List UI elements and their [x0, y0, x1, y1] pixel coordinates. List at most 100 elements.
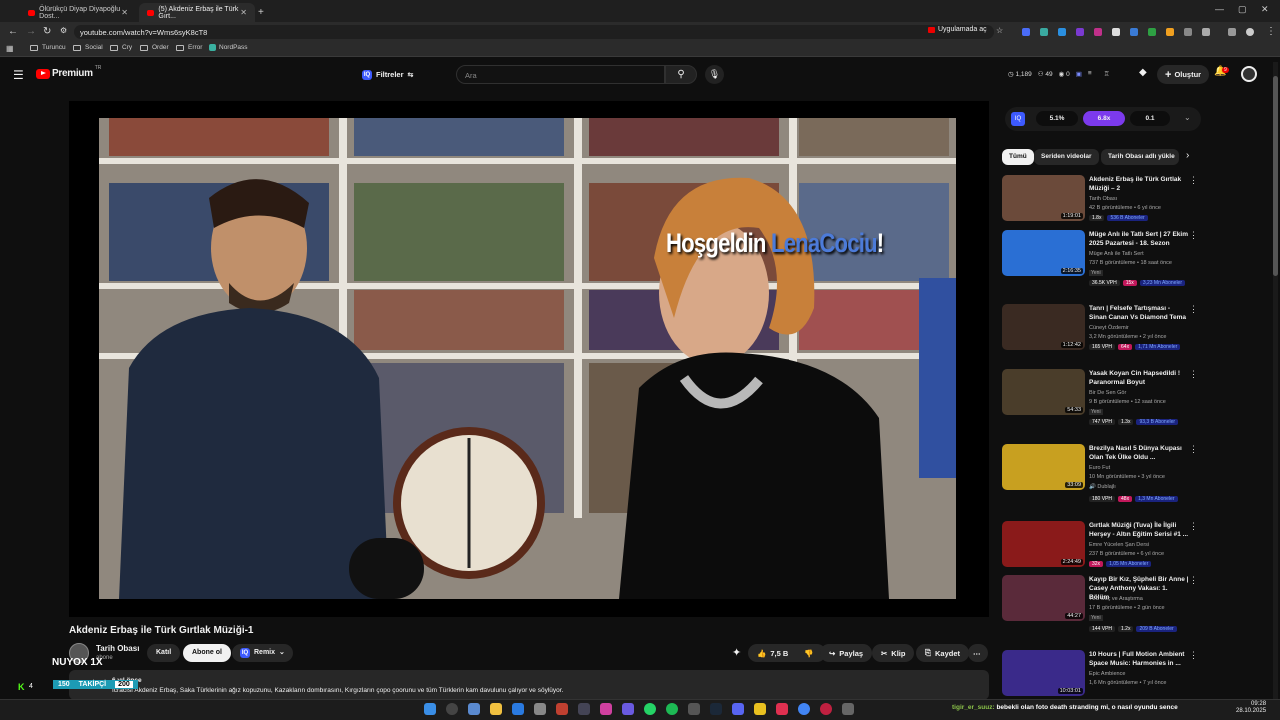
extension-icon[interactable]: ▣ — [1076, 70, 1082, 78]
taskbar-app-icon[interactable] — [556, 703, 568, 715]
bookmark-folder[interactable]: Turuncu — [30, 44, 66, 51]
enhancer-value-2[interactable]: 6.8x — [1083, 111, 1125, 126]
bookmark-link[interactable]: NordPass — [209, 44, 248, 51]
taskbar-app-icon[interactable] — [512, 703, 524, 715]
bookmark-folder[interactable]: Social — [73, 44, 103, 51]
sparkle-icon[interactable]: ✦ — [732, 646, 741, 659]
like-count[interactable]: 7,5 B — [770, 649, 788, 658]
extension-icon[interactable] — [1076, 28, 1084, 36]
new-tab-button[interactable]: + — [258, 3, 272, 22]
close-tab-icon[interactable]: ✕ — [240, 8, 247, 17]
extension-icon[interactable] — [1058, 28, 1066, 36]
description-box[interactable] — [69, 670, 989, 700]
minimize-icon[interactable]: — — [1215, 4, 1224, 14]
taskbar-app-icon[interactable] — [468, 703, 480, 715]
save-button[interactable]: ⎘ Kaydet — [916, 644, 970, 662]
open-in-app-button[interactable]: Uygulamada aç — [928, 26, 987, 33]
people-stat[interactable]: ⚇ 49 — [1038, 70, 1053, 78]
system-clock[interactable]: 09:28 28.10.2025 — [1236, 701, 1266, 715]
file-explorer-icon[interactable] — [490, 703, 502, 715]
browser-menu-icon[interactable]: ⋮ — [1266, 26, 1276, 37]
close-window-icon[interactable]: ✕ — [1261, 4, 1269, 15]
more-options-icon[interactable]: ⋮ — [1189, 230, 1198, 241]
extension-icon[interactable] — [1166, 28, 1174, 36]
youtube-premium-logo[interactable]: Premium TR — [36, 65, 101, 79]
forward-icon[interactable]: → — [26, 26, 36, 37]
enhancer-value-3[interactable]: 0.1 — [1130, 111, 1170, 126]
recommendation-item[interactable]: 1:19:01 Akdeniz Erbaş ile Türk Gırtlak M… — [1002, 175, 1198, 225]
create-button[interactable]: + Oluştur — [1157, 65, 1210, 84]
whatsapp-icon[interactable] — [644, 703, 656, 715]
more-actions-button[interactable]: ⋯ — [968, 644, 988, 662]
chip-series[interactable]: Seriden videolar — [1034, 149, 1099, 165]
video-thumbnail[interactable]: 1:19:01 — [1002, 175, 1085, 221]
list-icon[interactable]: ≡ — [1088, 70, 1092, 78]
video-title[interactable]: 10 Hours | Full Motion Ambient Space Mus… — [1089, 650, 1189, 668]
enhancer-logo-icon[interactable]: IQ — [1011, 112, 1025, 126]
video-channel[interactable]: Cüneyt Özdemir — [1089, 325, 1129, 331]
chip-channel-uploads[interactable]: Tarih Obası adlı yükle — [1101, 149, 1179, 165]
more-options-icon[interactable]: ⋮ — [1189, 650, 1198, 661]
bookmark-folder[interactable]: Cry — [110, 44, 132, 51]
recommendation-item[interactable]: 44:27 Kayıp Bir Kız, Şüpheli Bir Anne | … — [1002, 575, 1198, 637]
browser-tab[interactable]: Ölürükçü Diyap Diyapoğlu Dost... ✕ — [20, 3, 136, 22]
hamburger-menu-icon[interactable]: ☰ — [13, 68, 24, 82]
filters-button[interactable]: IQ Filtreler ⇆ — [362, 67, 413, 82]
join-button[interactable]: Katıl — [147, 644, 181, 662]
video-channel[interactable]: Euro Fut — [1089, 465, 1110, 471]
recommendation-item[interactable]: 54:33 Yasak Koyan Cin Hapsedildi ! Paran… — [1002, 369, 1198, 431]
video-title[interactable]: Müge Anlı ile Tatlı Sert | 27 Ekim 2025 … — [1089, 230, 1189, 248]
video-title[interactable]: Akdeniz Erbaş ile Türk Gırtlak Müziği – … — [1089, 175, 1189, 193]
recommendation-item[interactable]: 2:24:49 Gırtlak Müziği (Tuva) İle İlgili… — [1002, 521, 1198, 571]
taskbar-app-icon[interactable] — [534, 703, 546, 715]
extension-icon[interactable] — [1040, 28, 1048, 36]
discord-icon[interactable] — [732, 703, 744, 715]
share-button[interactable]: ↪ Paylaş — [820, 644, 873, 662]
remix-button[interactable]: IQ Remix ⌄ — [232, 644, 293, 662]
extension-icon[interactable] — [1022, 28, 1030, 36]
recommendation-item[interactable]: 2:16:35 Müge Anlı ile Tatlı Sert | 27 Ek… — [1002, 230, 1198, 292]
video-channel[interactable]: Emre Yücelen Şan Dersi — [1089, 542, 1149, 548]
more-options-icon[interactable]: ⋮ — [1189, 175, 1198, 186]
video-thumbnail[interactable]: 2:24:49 — [1002, 521, 1085, 567]
more-options-icon[interactable]: ⋮ — [1189, 521, 1198, 532]
bookmark-folder[interactable]: Order — [140, 44, 169, 51]
more-options-icon[interactable]: ⋮ — [1189, 575, 1198, 586]
video-title[interactable]: Brezilya Nasıl 5 Dünya Kupası Olan Tek Ü… — [1089, 444, 1189, 462]
history-stat[interactable]: ◷ 1,189 — [1008, 70, 1032, 78]
voice-search-button[interactable]: 🎙 — [705, 65, 724, 84]
settings-icon[interactable] — [842, 703, 854, 715]
search-input[interactable]: Ara — [456, 65, 665, 84]
bookmark-star-icon[interactable]: ☆ — [996, 26, 1003, 35]
chevron-right-icon[interactable]: › — [1186, 150, 1189, 161]
search-button[interactable]: ⚲ — [665, 65, 697, 84]
chip-all[interactable]: Tümü — [1002, 149, 1034, 165]
dislike-icon[interactable]: 👎 — [804, 649, 813, 658]
taskbar-app-icon[interactable] — [776, 703, 788, 715]
close-tab-icon[interactable]: ✕ — [121, 8, 128, 17]
subscribe-button[interactable]: Abone ol — [183, 644, 231, 662]
trophy-icon[interactable]: ♖ — [1104, 70, 1110, 78]
more-options-icon[interactable]: ⋮ — [1189, 444, 1198, 455]
clip-button[interactable]: ✂ Klip — [872, 644, 915, 662]
like-icon[interactable]: 👍 — [757, 649, 766, 658]
video-thumbnail[interactable]: 54:33 — [1002, 369, 1085, 415]
enhancer-value-1[interactable]: 5.1% — [1036, 111, 1078, 126]
maximize-icon[interactable]: ▢ — [1238, 4, 1247, 15]
recommendation-item[interactable]: 33:09 Brezilya Nasıl 5 Dünya Kupası Olan… — [1002, 444, 1198, 506]
taskbar-app-icon[interactable] — [600, 703, 612, 715]
taskbar-app-icon[interactable] — [820, 703, 832, 715]
url-field[interactable]: youtube.com/watch?v=Wms6syK8cT8 — [74, 25, 994, 39]
taskbar-app-icon[interactable] — [754, 703, 766, 715]
recommendation-item[interactable]: 10:03:01 10 Hours | Full Motion Ambient … — [1002, 650, 1198, 698]
reload-icon[interactable]: ↻ — [43, 26, 51, 37]
video-channel[interactable]: TLC Suç ve Araştırma — [1089, 596, 1143, 602]
scrollbar-thumb[interactable] — [1273, 76, 1278, 276]
video-thumbnail[interactable]: 10:03:01 — [1002, 650, 1085, 696]
extension-icon[interactable] — [1184, 28, 1192, 36]
more-options-icon[interactable]: ⋮ — [1189, 304, 1198, 315]
video-title[interactable]: Yasak Koyan Cin Hapsedildi ! Paranormal … — [1089, 369, 1189, 387]
steam-icon[interactable] — [710, 703, 722, 715]
video-thumbnail[interactable]: 33:09 — [1002, 444, 1085, 490]
sidebar-icon[interactable] — [1228, 28, 1236, 36]
